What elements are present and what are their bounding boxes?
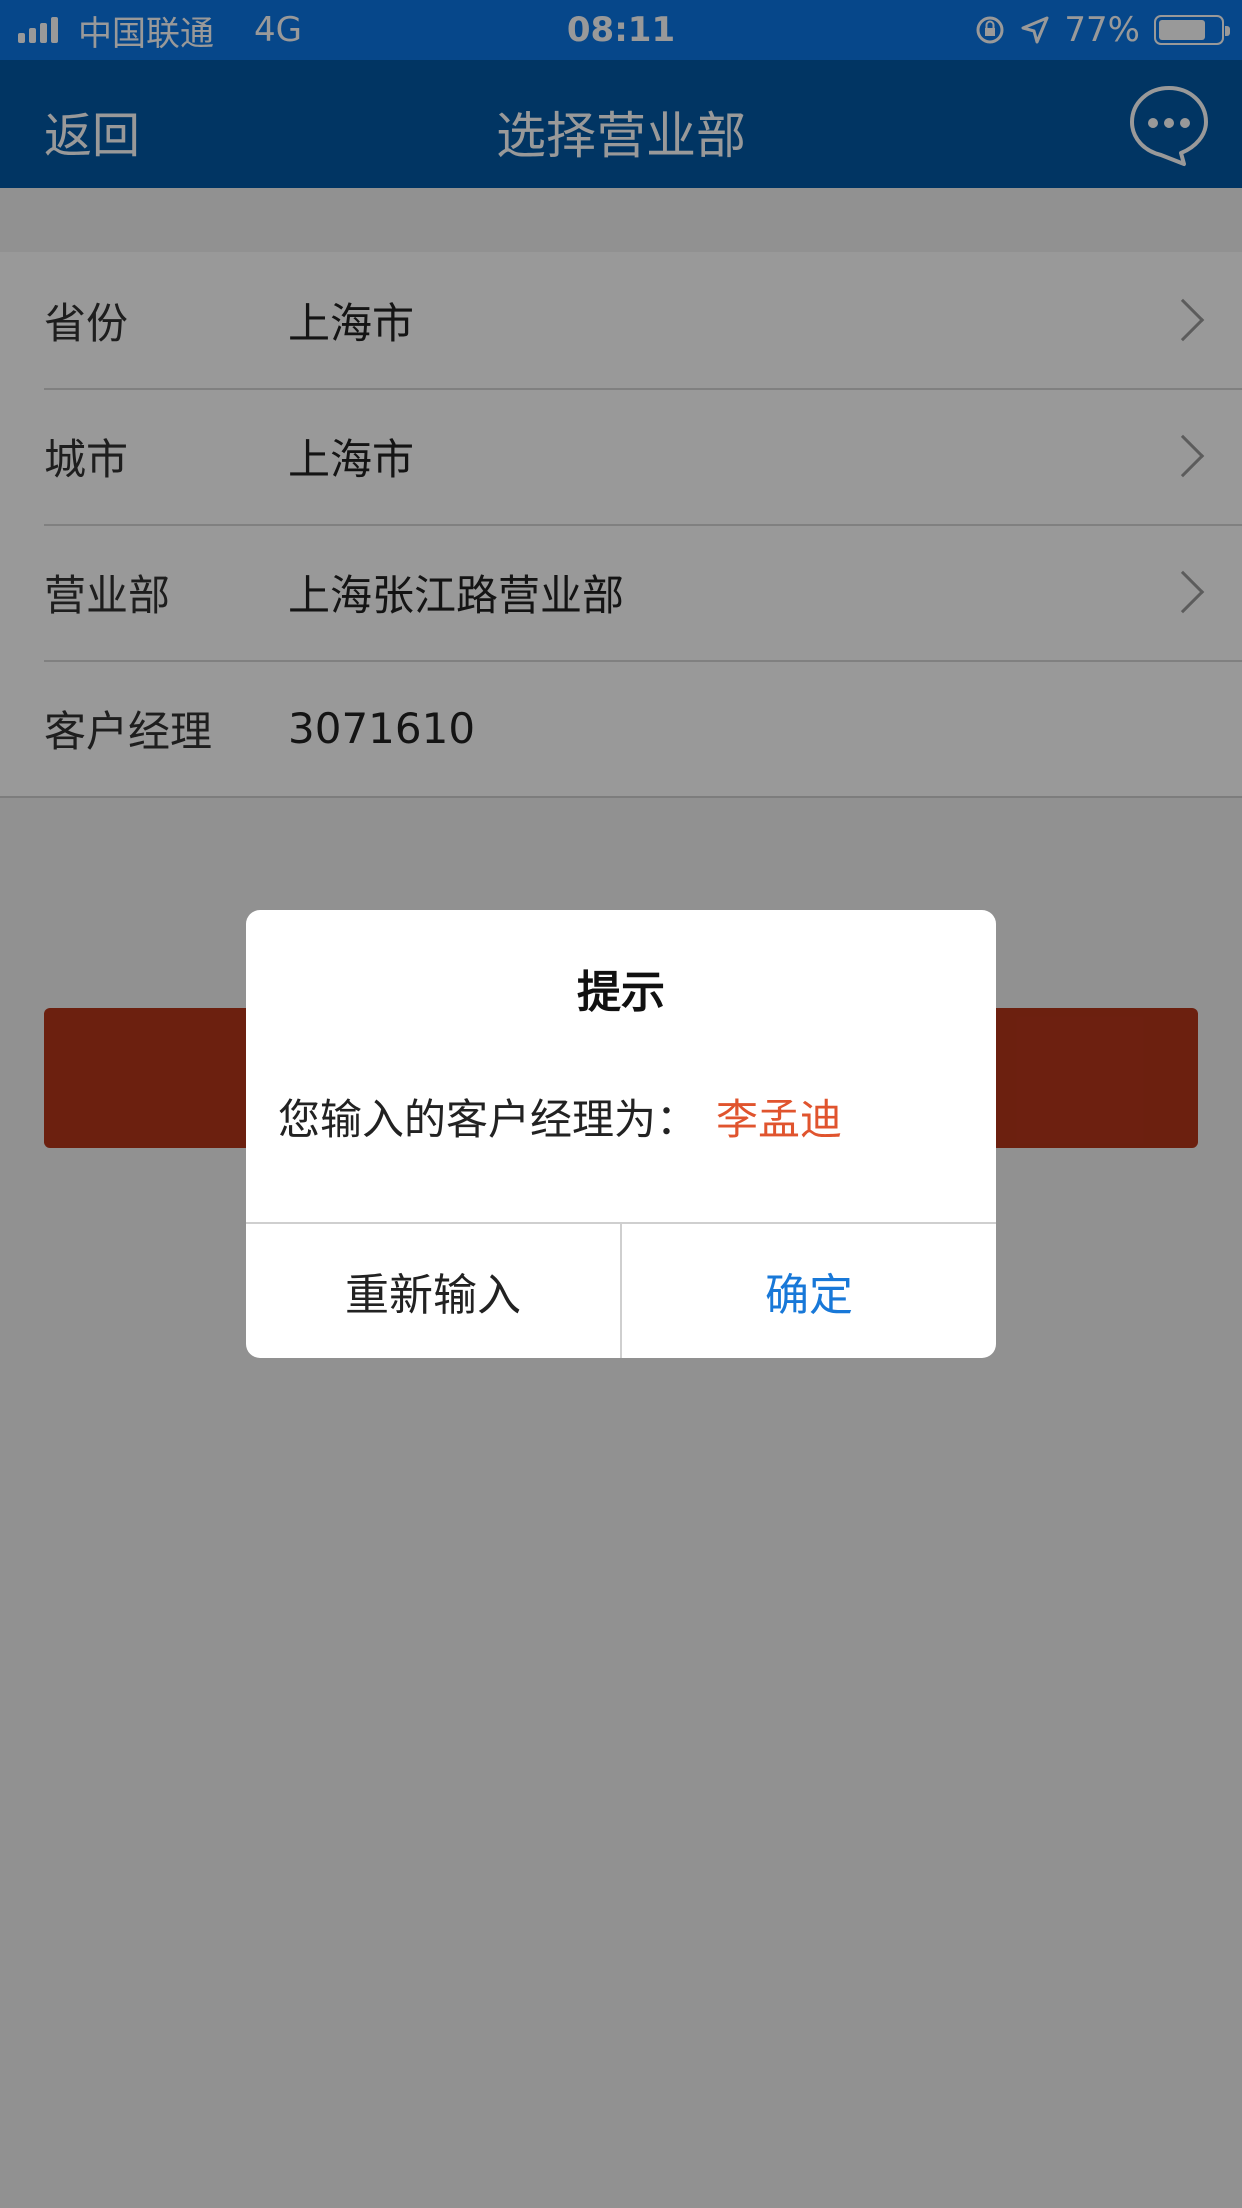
dialog-title: 提示 [577,967,665,1018]
reenter-button[interactable]: 重新输入 [246,1224,620,1358]
dialog-message: 您输入的客户经理为： 李孟迪 [278,1086,976,1147]
screen: 中国联通 4G 08:11 77% 返回 选择营业部 省份 上海市 城市 上海市… [0,0,1242,2208]
dialog-buttons: 重新输入 确定 [246,1222,996,1358]
confirm-dialog: 提示 您输入的客户经理为： 李孟迪 重新输入 确定 [246,910,996,1358]
manager-name: 李孟迪 [716,1095,843,1144]
dialog-message-text: 您输入的客户经理为： [278,1095,699,1144]
confirm-button[interactable]: 确定 [620,1224,996,1358]
